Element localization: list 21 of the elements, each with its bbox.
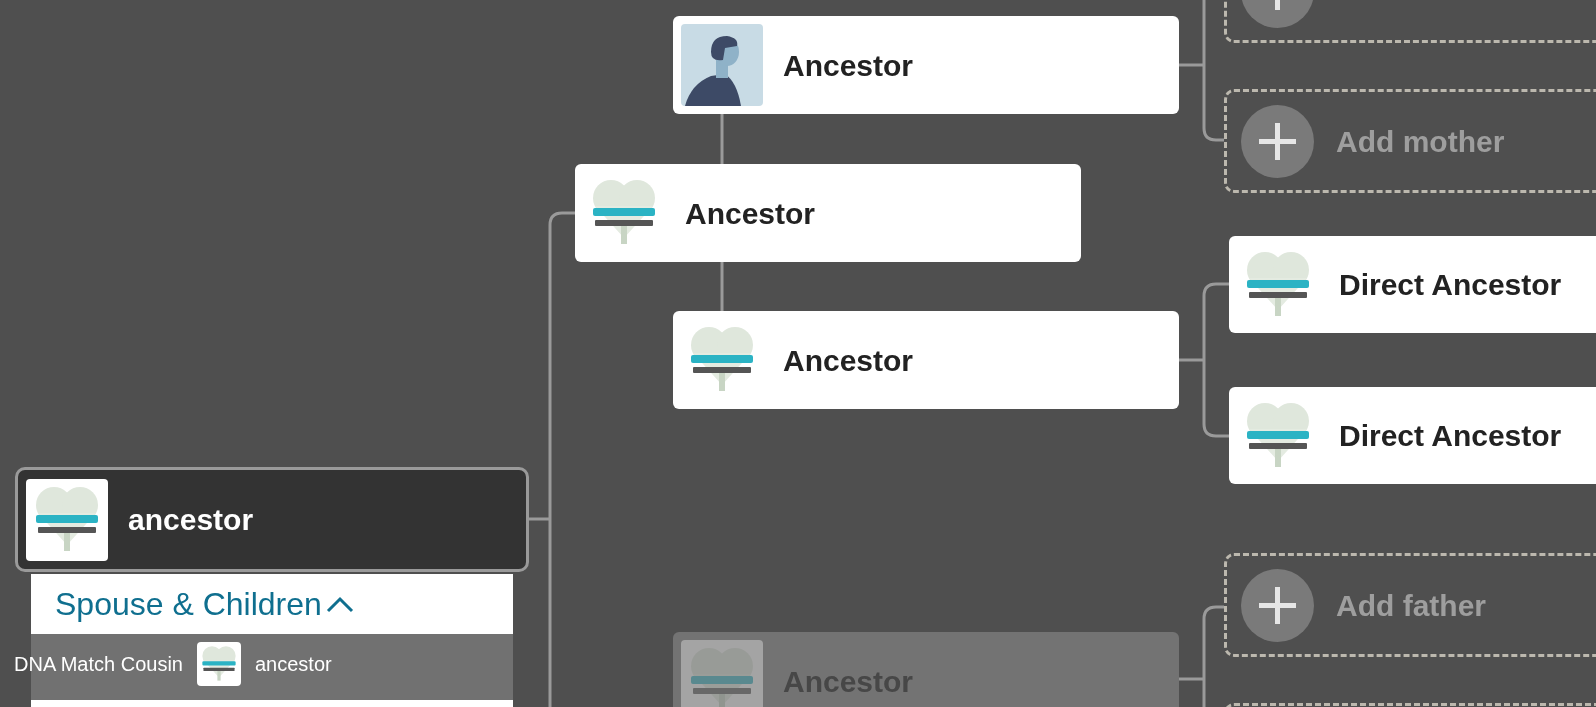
person-card[interactable]: Ancestor bbox=[575, 164, 1081, 262]
person-name: Ancestor bbox=[685, 195, 816, 232]
person-card[interactable]: Direct Ancestor bbox=[1229, 387, 1596, 484]
person-name: Direct Ancestor bbox=[1339, 418, 1562, 454]
person-card[interactable]: Direct Ancestor bbox=[1229, 236, 1596, 333]
person-name: Direct Ancestor bbox=[1339, 267, 1562, 303]
drag-title: DNA Match Cousin bbox=[14, 652, 183, 677]
chevron-up-icon bbox=[325, 595, 354, 613]
add-icon bbox=[1241, 104, 1314, 178]
person-name: Ancestor bbox=[783, 47, 914, 84]
connector-line bbox=[720, 262, 724, 311]
person-card[interactable]: ancestor bbox=[15, 467, 529, 572]
avatar-icon bbox=[681, 24, 763, 106]
section-toggle[interactable]: Spouse & Children bbox=[55, 580, 354, 628]
person-card[interactable]: Ancestor bbox=[673, 16, 1179, 114]
person-name: ancestor bbox=[128, 502, 254, 538]
connector-line bbox=[720, 114, 724, 164]
add-icon bbox=[1241, 568, 1314, 642]
person-name: Ancestor bbox=[783, 342, 914, 379]
drag-name: ancestor bbox=[254, 652, 332, 677]
person-card[interactable]: Ancestor bbox=[673, 311, 1179, 409]
